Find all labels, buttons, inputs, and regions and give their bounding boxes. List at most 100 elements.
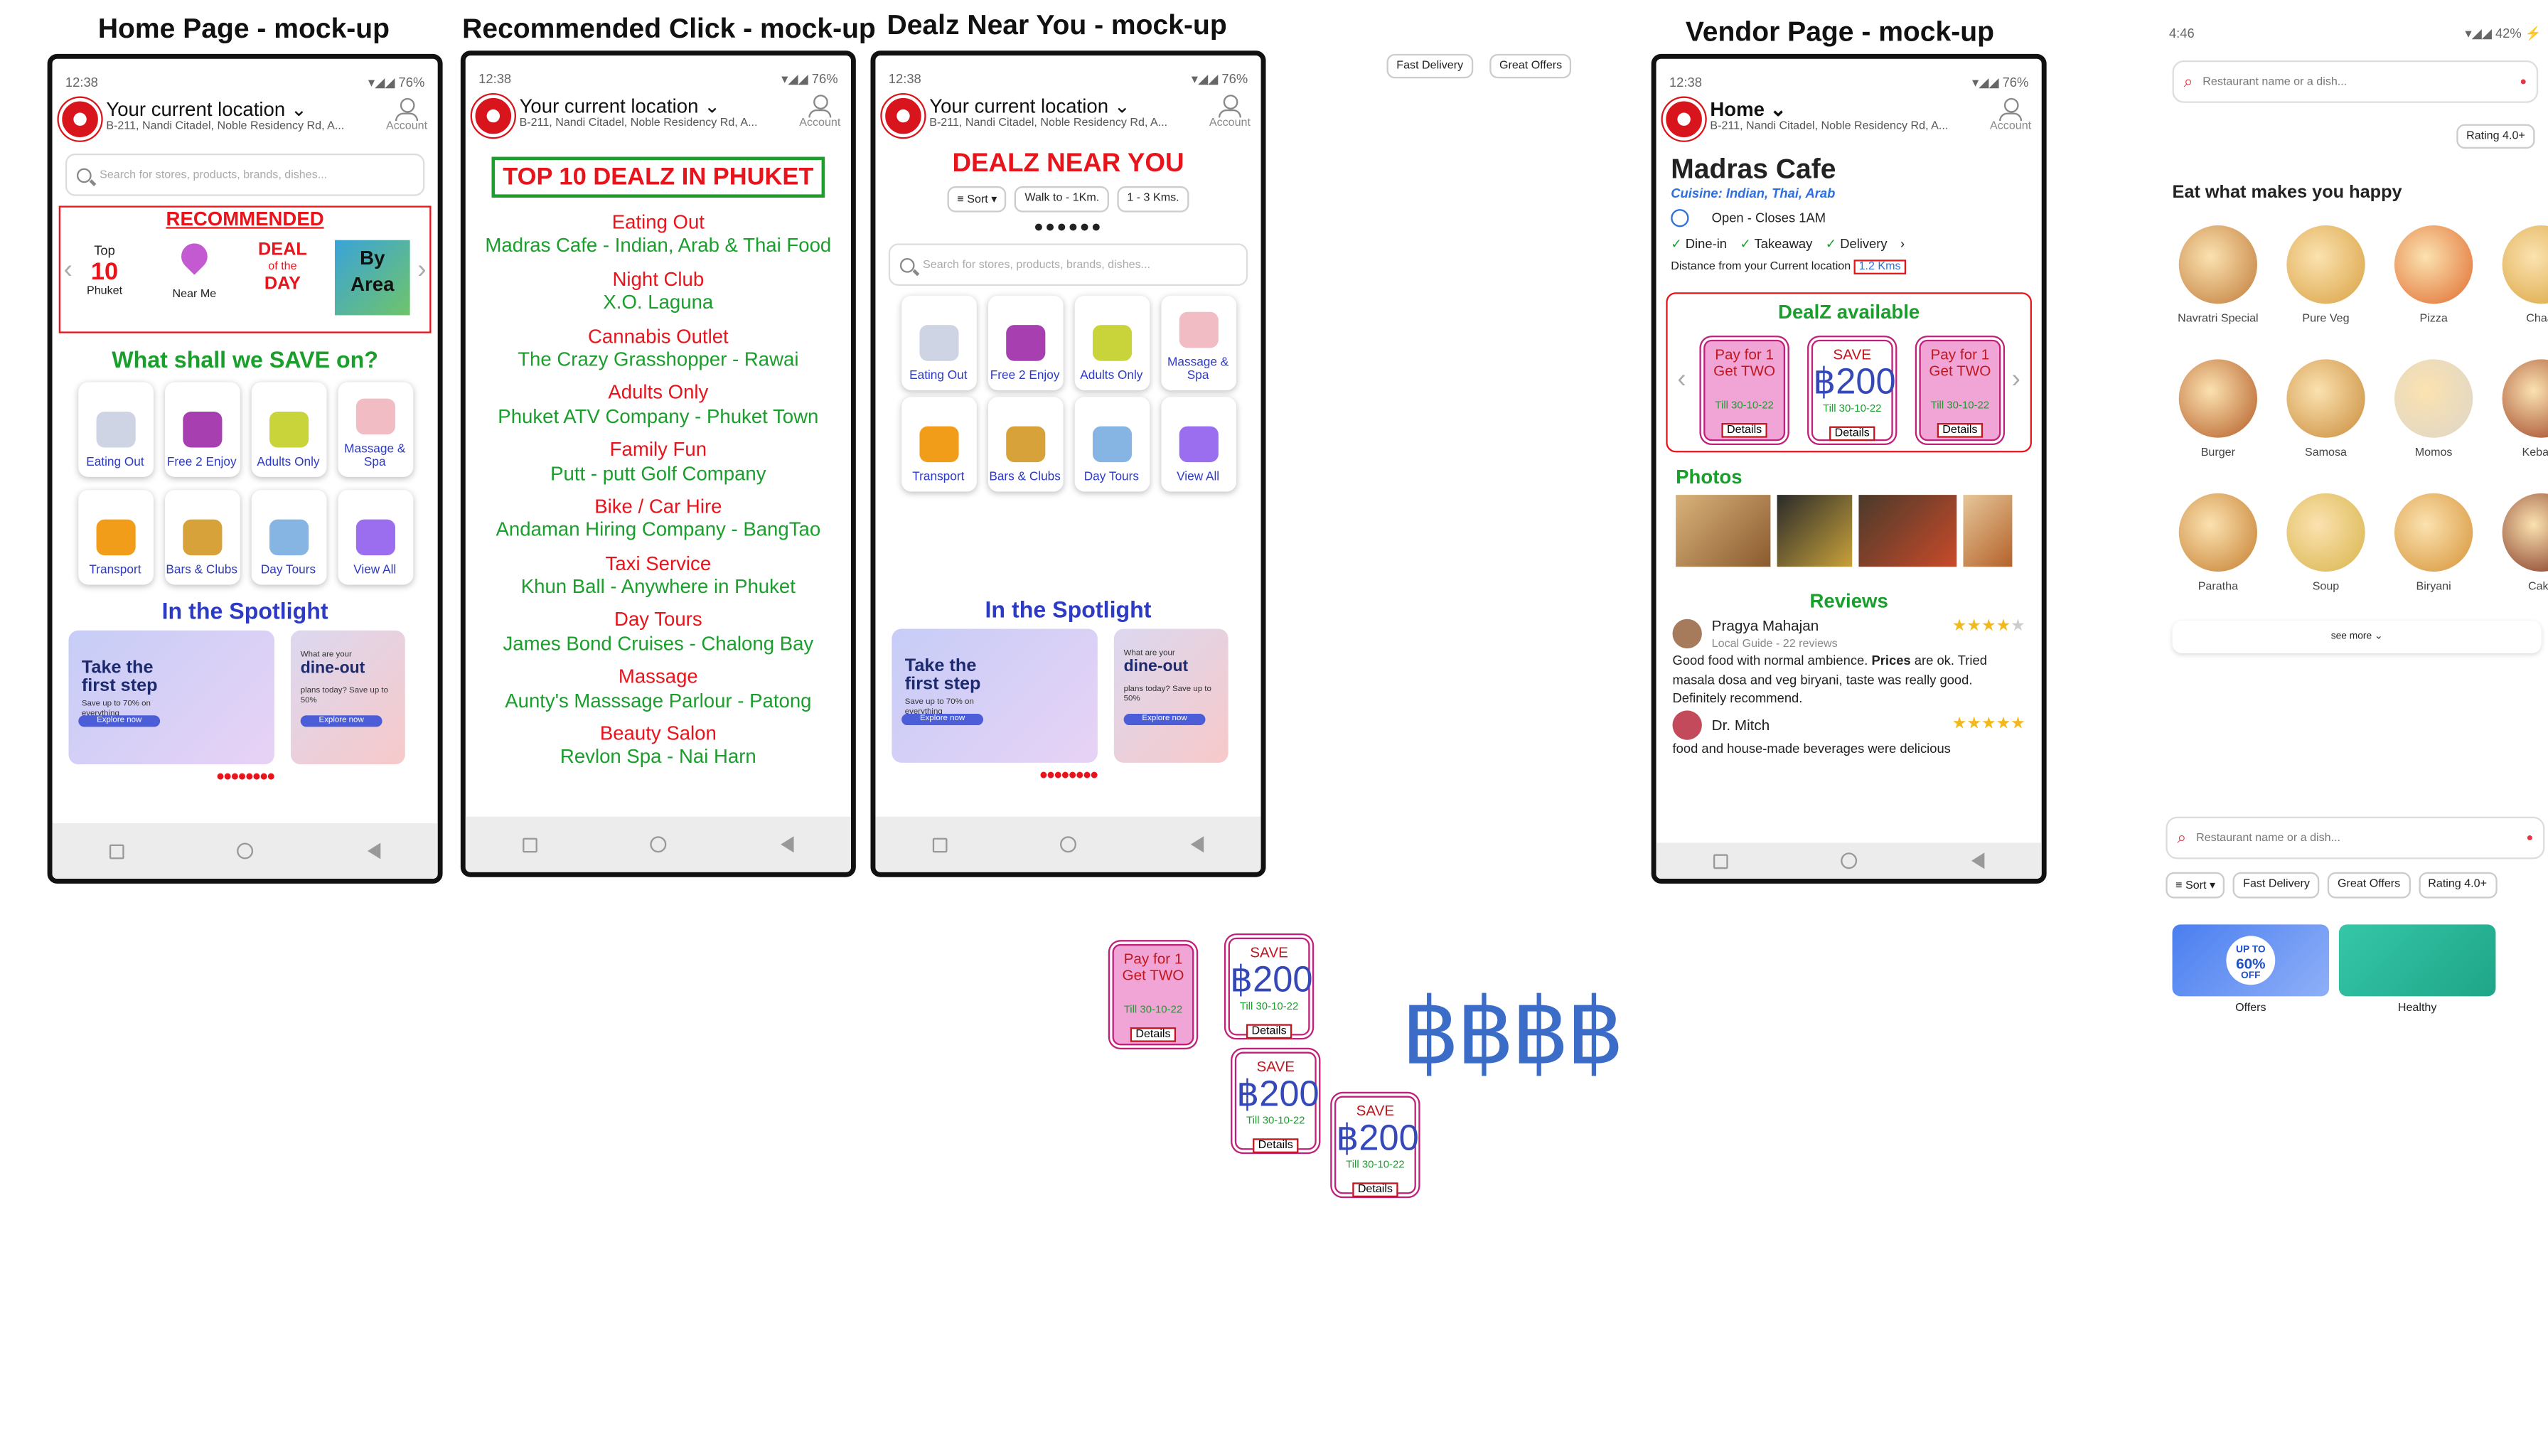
category-tile-free-2-enjoy[interactable]: Free 2 Enjoy [987, 295, 1063, 391]
back-icon[interactable] [781, 836, 794, 853]
home-icon[interactable] [1841, 852, 1858, 869]
details-button[interactable]: Details [1722, 422, 1767, 438]
chevron-right-icon[interactable]: › [417, 257, 426, 286]
back-icon[interactable] [1191, 836, 1204, 853]
photo-thumb[interactable] [1777, 495, 1853, 567]
category-tile-bars-clubs[interactable]: Bars & Clubs [164, 490, 240, 585]
account-button[interactable]: Account [1986, 97, 2035, 132]
top10-item[interactable]: Night Club X.O. Laguna [466, 267, 851, 314]
category-tile-adults-only[interactable]: Adults Only [250, 382, 326, 477]
recents-icon[interactable] [1713, 853, 1728, 869]
recents-icon[interactable] [522, 837, 537, 852]
great-offers-chip[interactable]: Great Offers [2328, 872, 2410, 899]
details-button[interactable]: Details [1352, 1182, 1398, 1197]
banner-first-step[interactable]: Take the first step Save up to 70% on ever… [68, 630, 274, 765]
food-category-biryani[interactable]: Biryani [2388, 493, 2480, 621]
top10-item[interactable]: Taxi Service Khun Ball - Anywhere in Phuk… [466, 552, 851, 599]
top10-item[interactable]: Day Tours James Bond Cruises - Chalong Ba… [466, 609, 851, 655]
banner-dine-out[interactable]: What are your dine-out plans today? Save u… [1113, 628, 1228, 763]
location-selector[interactable]: Your current location ⌄ B-211, Nandi Cit… [520, 95, 796, 129]
details-button[interactable]: Details [1130, 1027, 1176, 1042]
mic-icon[interactable]: ● [2527, 833, 2534, 844]
rating-filter-chip[interactable]: Rating 4.0+ [2456, 124, 2535, 149]
food-category-kebabs[interactable]: Kebabs [2495, 359, 2548, 486]
food-category-paratha[interactable]: Paratha [2173, 493, 2264, 621]
food-category-chaat[interactable]: Chaat [2495, 225, 2548, 353]
deal-card-save[interactable]: SAVE ฿200 Till 30-10-22 Details [1228, 937, 1312, 1039]
location-selector[interactable]: Your current location ⌄ B-211, Nandi Cit… [929, 95, 1205, 129]
food-category-samosa[interactable]: Samosa [2280, 359, 2372, 486]
top10-item[interactable]: Top 10 Phuket [83, 243, 126, 297]
sort-button[interactable]: ≡ Sort ▾ [2166, 872, 2225, 899]
photo-thumb[interactable] [1676, 495, 1771, 567]
app-logo[interactable] [58, 97, 102, 141]
account-button[interactable]: Account [382, 97, 432, 132]
chevron-left-icon[interactable]: ‹ [64, 257, 73, 286]
category-tile-bars-clubs[interactable]: Bars & Clubs [987, 397, 1063, 492]
food-category-momos[interactable]: Momos [2388, 359, 2480, 486]
top10-item[interactable]: Beauty Salon Revlon Spa - Nai Harn [466, 722, 851, 769]
food-category-soup[interactable]: Soup [2280, 493, 2372, 621]
category-tile-transport[interactable]: Transport [77, 490, 153, 585]
by-area-item[interactable]: By Area [334, 240, 410, 316]
explore-now-button[interactable]: Explore now [78, 715, 161, 727]
recommended-heading[interactable]: RECOMMENDED [60, 208, 429, 230]
food-category-burger[interactable]: Burger [2173, 359, 2264, 486]
top10-item[interactable]: Adults Only Phuket ATV Company - Phuket T… [466, 381, 851, 428]
restaurant-search-input[interactable]: ⌕ Restaurant name or a dish... ● [2172, 60, 2539, 103]
chevron-right-icon[interactable]: › [1900, 237, 1905, 252]
banner-dine-out[interactable]: What are your dine-out plans today? Save u… [290, 630, 405, 765]
category-tile-massage-spa[interactable]: Massage & Spa [337, 382, 413, 477]
category-tile-massage-spa[interactable]: Massage & Spa [1160, 295, 1236, 391]
home-icon[interactable] [1061, 836, 1078, 853]
explore-now-button[interactable]: Explore now [1123, 713, 1206, 726]
sort-button[interactable]: ≡ Sort ▾ [947, 186, 1007, 213]
healthy-card[interactable] [2338, 924, 2496, 997]
explore-now-button[interactable]: Explore now [901, 713, 984, 726]
chevron-left-icon[interactable]: ‹ [1677, 366, 1686, 395]
km-filter-chip[interactable]: 1 - 3 Kms. [1117, 186, 1189, 213]
top10-item[interactable]: Bike / Car Hire Andaman Hiring Company - … [466, 495, 851, 542]
category-tile-view-all[interactable]: View All [337, 490, 413, 585]
rating-filter-chip[interactable]: Rating 4.0+ [2418, 872, 2497, 899]
category-tile-eating-out[interactable]: Eating Out [77, 382, 153, 477]
mic-icon[interactable]: ● [2520, 76, 2527, 87]
back-icon[interactable] [368, 842, 381, 860]
deal-card-save[interactable]: SAVE ฿200 Till 30-10-22 Details [1234, 1051, 1320, 1153]
search-input[interactable]: Search for stores, products, brands, dis… [888, 243, 1248, 287]
category-tile-view-all[interactable]: View All [1160, 397, 1236, 492]
fast-delivery-chip[interactable]: Fast Delivery [1386, 53, 1473, 79]
location-selector[interactable]: Home ⌄ B-211, Nandi Citadel, Noble Resid… [1710, 98, 1986, 132]
back-icon[interactable] [1971, 852, 1985, 869]
category-tile-day-tours[interactable]: Day Tours [1074, 397, 1150, 492]
photo-thumb[interactable] [1858, 495, 1957, 567]
account-button[interactable]: Account [796, 95, 845, 129]
deal-of-day-item[interactable]: DEAL of the DAY [253, 240, 312, 295]
category-tile-adults-only[interactable]: Adults Only [1074, 295, 1150, 391]
app-logo[interactable] [1662, 97, 1706, 141]
near-me-item[interactable]: Near Me [165, 237, 224, 301]
food-category-pizza[interactable]: Pizza [2388, 225, 2480, 353]
top10-item[interactable]: Eating Out Madras Cafe - Indian, Arab & T… [466, 210, 851, 257]
chevron-right-icon[interactable]: › [2012, 366, 2020, 395]
category-tile-eating-out[interactable]: Eating Out [901, 295, 976, 391]
deal-card-pay1[interactable]: Pay for 1 Get TWO Till 30-10-22 Details [1703, 339, 1786, 441]
search-input[interactable]: Search for stores, products, brands, dis… [65, 153, 425, 196]
app-logo[interactable] [471, 95, 515, 137]
deal-card-save[interactable]: SAVE ฿200 Till 30-10-22 Details [1334, 1096, 1419, 1197]
top10-item[interactable]: Family Fun Putt - putt Golf Company [466, 438, 851, 485]
category-tile-transport[interactable]: Transport [901, 397, 976, 492]
photo-thumb[interactable] [1963, 495, 2013, 567]
walk-filter-chip[interactable]: Walk to - 1Km. [1015, 186, 1110, 213]
top10-item[interactable]: Cannabis Outlet The Crazy Grasshopper - R… [466, 324, 851, 371]
restaurant-search-input[interactable]: ⌕ Restaurant name or a dish... ● [2166, 816, 2545, 860]
details-button[interactable]: Details [1829, 426, 1875, 441]
details-button[interactable]: Details [1937, 422, 1983, 438]
food-category-cake[interactable]: Cake [2495, 493, 2548, 621]
fast-delivery-chip[interactable]: Fast Delivery [2233, 872, 2320, 899]
offers-card[interactable]: UP TO 60% OFF [2172, 924, 2330, 997]
account-button[interactable]: Account [1205, 95, 1254, 129]
category-tile-free-2-enjoy[interactable]: Free 2 Enjoy [164, 382, 240, 477]
app-logo[interactable] [882, 95, 925, 137]
deal-card-pay1[interactable]: Pay for 1 Get TWO Till 30-10-22 Details [1112, 943, 1194, 1046]
